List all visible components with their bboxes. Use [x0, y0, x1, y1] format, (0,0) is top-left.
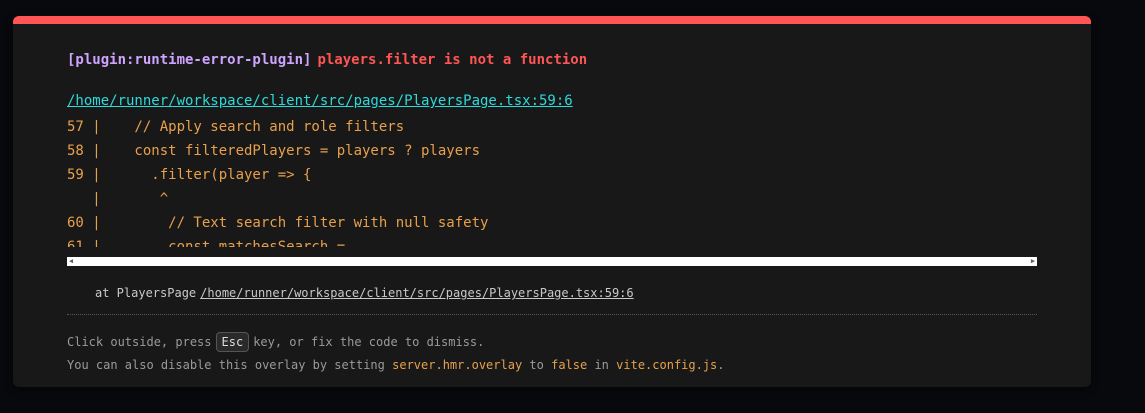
config-file: vite.config.js — [616, 358, 718, 372]
code-frame-scrollbar[interactable]: ◀ ▶ — [67, 257, 1037, 266]
error-overlay: [plugin:runtime-error-plugin] players.fil… — [13, 16, 1091, 387]
error-message: players.filter is not a function — [317, 52, 588, 68]
error-title: [plugin:runtime-error-plugin] players.fil… — [67, 52, 587, 68]
code-line: 59 | .filter(player => { — [67, 167, 312, 183]
config-value: false — [551, 358, 588, 372]
dismiss-tip: Click outside, press Esc key, or fix the c… — [67, 332, 484, 352]
tip-text: to — [529, 358, 544, 372]
stack-file-link[interactable]: /home/runner/workspace/client/src/pages/… — [200, 286, 633, 300]
code-line: 58 | const filteredPlayers = players ? p… — [67, 143, 481, 159]
code-line: 60 | // Text search filter with null saf… — [67, 215, 489, 231]
error-file-link[interactable]: /home/runner/workspace/client/src/pages/… — [67, 93, 573, 109]
scroll-left-arrow-icon[interactable]: ◀ — [68, 258, 74, 265]
config-key: server.hmr.overlay — [392, 358, 523, 372]
code-line: 57 | // Apply search and role filters — [67, 119, 405, 135]
tip-text: key, or fix the code to dismiss. — [253, 335, 485, 349]
plugin-name: [plugin:runtime-error-plugin] — [67, 52, 312, 68]
esc-key: Esc — [215, 332, 250, 352]
code-line-caret: | ^ — [67, 191, 169, 207]
tip-text: in — [594, 358, 609, 372]
stack-trace: at PlayersPage/home/runner/workspace/cli… — [95, 286, 634, 300]
code-line: 61 | const matchesSearch = — [67, 239, 346, 247]
divider — [67, 314, 1037, 315]
stack-prefix: at PlayersPage — [95, 286, 197, 300]
tip-text: . — [717, 358, 725, 372]
tip-text: Click outside, press — [67, 335, 212, 349]
scroll-right-arrow-icon[interactable]: ▶ — [1030, 258, 1036, 265]
code-frame[interactable]: 57 | // Apply search and role filters 58… — [67, 115, 1037, 247]
tip-text: You can also disable this overlay by set… — [67, 358, 385, 372]
disable-overlay-tip: You can also disable this overlay by set… — [67, 356, 725, 374]
